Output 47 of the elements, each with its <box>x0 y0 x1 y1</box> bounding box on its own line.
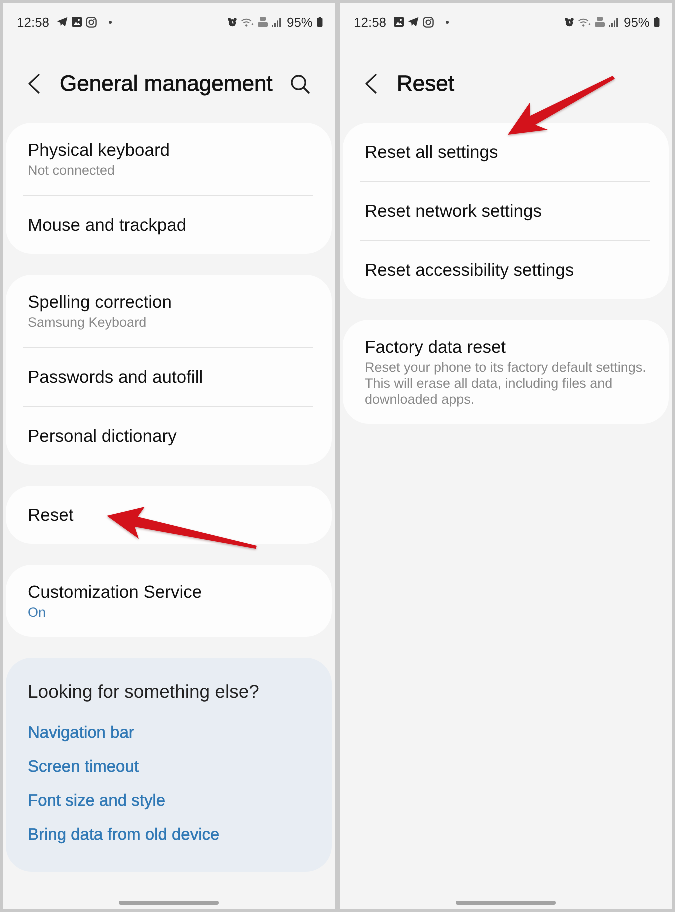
setting-title[interactable]: Factory data reset <box>365 336 506 358</box>
setting-title[interactable]: Spelling correction <box>28 291 172 313</box>
setting-title[interactable]: Reset <box>28 504 74 526</box>
suggestion-link[interactable]: Bring data from old device <box>28 825 220 845</box>
dot-icon <box>446 20 449 24</box>
setting-summary: Not connected <box>28 163 116 179</box>
image-icon <box>72 17 82 27</box>
paper-plane-icon <box>56 17 68 27</box>
image-icon <box>394 17 404 27</box>
paper-plane-icon <box>408 17 419 27</box>
setting-title[interactable]: Passwords and autofill <box>28 366 204 388</box>
setting-title[interactable]: Customization Service <box>28 581 202 603</box>
suggestion-link[interactable]: Navigation bar <box>28 723 134 743</box>
signal-icon <box>608 18 618 26</box>
volte-icon <box>258 17 268 27</box>
setting-title[interactable]: Personal dictionary <box>28 425 177 447</box>
battery-percent: 95% <box>286 14 313 30</box>
search-icon[interactable] <box>291 74 310 94</box>
battery-percent: 95% <box>624 14 650 30</box>
back-icon[interactable] <box>28 74 40 94</box>
setting-title[interactable]: Reset network settings <box>365 200 542 222</box>
wifi-icon <box>240 18 254 26</box>
status-time: 12:58 <box>17 14 50 30</box>
setting-summary: Reset your phone to its factory default settings. This will erase all data, including files and downloaded apps. <box>365 360 648 408</box>
alarm-clock-icon <box>228 18 237 26</box>
setting-title[interactable]: Mouse and trackpad <box>28 214 187 236</box>
battery-icon <box>317 17 323 27</box>
setting-title[interactable]: Physical keyboard <box>28 139 170 161</box>
setting-title[interactable]: Reset all settings <box>365 141 498 163</box>
suggestion-link[interactable]: Screen timeout <box>28 757 139 777</box>
battery-icon <box>654 17 660 27</box>
setting-summary: Samsung Keyboard <box>28 315 147 331</box>
back-icon[interactable] <box>365 74 377 94</box>
status-time: 12:58 <box>354 14 387 30</box>
wifi-icon <box>578 18 591 26</box>
screen-title: Reset <box>397 71 454 97</box>
camera-outline-icon <box>422 16 434 28</box>
suggestions-heading: Looking for something else? <box>28 680 260 704</box>
setting-summary: On <box>28 605 46 621</box>
volte-icon <box>594 17 605 27</box>
camera-outline-icon <box>86 16 97 28</box>
dot-icon <box>108 20 112 24</box>
suggestion-link[interactable]: Font size and style <box>28 791 166 811</box>
alarm-clock-icon <box>564 18 574 26</box>
signal-icon <box>272 18 281 26</box>
screen-title: General management <box>60 71 273 97</box>
setting-title[interactable]: Reset accessibility settings <box>365 259 574 281</box>
